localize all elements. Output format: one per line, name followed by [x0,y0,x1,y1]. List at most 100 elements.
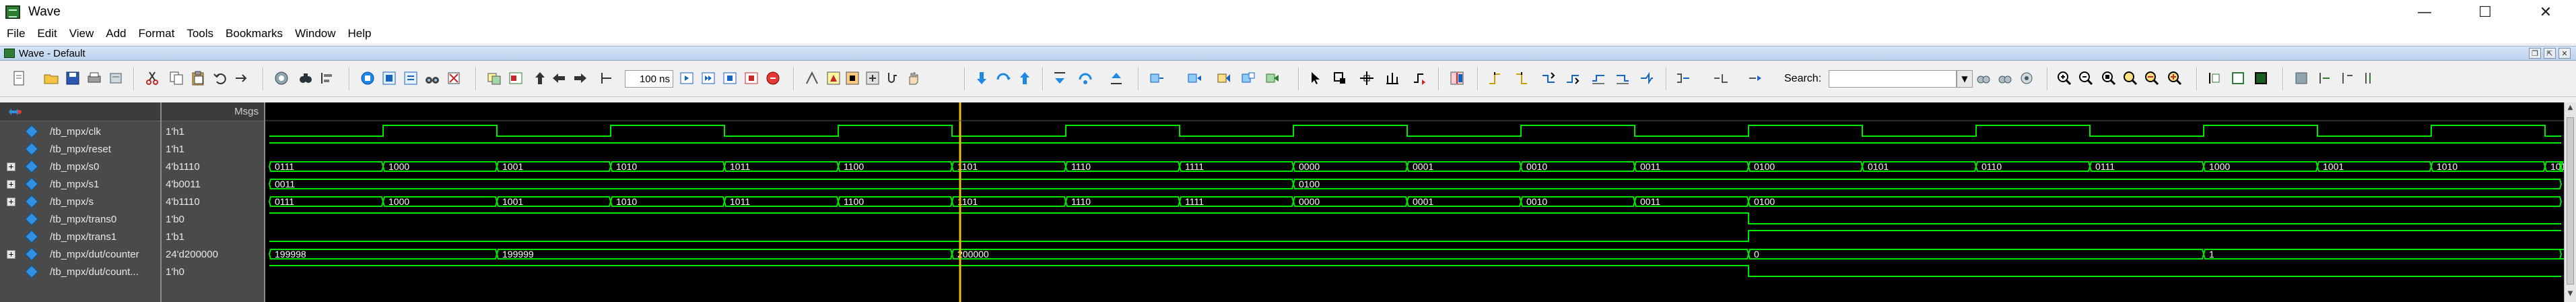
find-prev-edge-icon[interactable] [1487,70,1503,86]
simulate-icon[interactable] [273,70,290,86]
expand-wave-icon[interactable] [1149,70,1165,86]
find-rising-edge-icon[interactable] [1565,70,1581,86]
search-backward-icon[interactable] [1975,70,1992,86]
dataflow-icon[interactable] [2293,70,2309,86]
find-next-edge-icon[interactable] [1514,70,1530,86]
wave-edit-icon[interactable] [1240,70,1256,86]
expand-plus-icon[interactable]: + [7,197,15,206]
new-file-icon[interactable] [11,70,27,86]
zoom-out-icon[interactable] [2078,70,2094,86]
break-sim-icon[interactable] [765,70,781,86]
continue-icon[interactable] [700,70,716,86]
waveform-panel[interactable]: 0111 1000 1001 1010 1011 1100 1101 1110 1111 0000… [265,102,2576,302]
scroll-up-icon[interactable]: ▲ [2566,104,2575,113]
binoculars-icon[interactable] [424,70,440,86]
zoom-move-icon[interactable] [1359,70,1375,86]
column-both-icon[interactable] [2362,70,2378,86]
restore-button[interactable]: ❐ [2529,48,2541,59]
signal-row-s1[interactable]: + /tb_mpx/s1 [0,175,160,193]
wave-insert-icon[interactable] [1216,70,1232,86]
find-edge-icon[interactable] [1639,70,1655,86]
column-left-icon[interactable] [2316,70,2332,86]
signal-row-s0[interactable]: + /tb_mpx/s0 [0,158,160,175]
signal-row-trans0[interactable]: /tb_mpx/trans0 [0,210,160,228]
run-all-icon[interactable] [722,70,738,86]
stretch-edge-icon[interactable] [1411,70,1427,86]
close-button[interactable]: ✕ [2515,0,2576,24]
wave-export-icon[interactable] [1264,70,1281,86]
zoom-mode-icon[interactable] [486,70,502,86]
search-forward-icon[interactable] [1997,70,2013,86]
menu-help[interactable]: Help [344,27,380,40]
step-into-icon[interactable] [825,70,842,86]
subwindow-close-button[interactable]: ✕ [2558,48,2571,59]
waveform-canvas[interactable]: 0111 1000 1001 1010 1011 1100 1101 1110 1111 0000… [265,102,2576,302]
hand-icon[interactable] [905,70,921,86]
paste-icon[interactable] [190,70,206,86]
zoom-box-icon[interactable] [1332,70,1348,86]
stop-icon[interactable] [743,70,759,86]
layout-icon[interactable] [508,70,524,86]
signal-row-reset[interactable]: /tb_mpx/reset [0,140,160,158]
collapse-wave-icon[interactable] [1186,70,1202,86]
wave-settings-icon[interactable] [8,106,23,118]
save-icon[interactable] [65,70,81,86]
break-icon[interactable] [446,70,462,86]
menu-bookmarks[interactable]: Bookmarks [222,27,291,40]
find-icon[interactable] [298,70,314,86]
align-icon[interactable] [319,70,335,86]
minimize-button[interactable]: — [2394,0,2455,24]
step-over-icon[interactable] [844,70,860,86]
find-falling-edge-icon[interactable] [1540,70,1557,86]
expand-plus-icon[interactable]: + [7,249,15,259]
run-length-input[interactable] [625,70,673,88]
scroll-down-icon[interactable]: ▼ [2566,290,2575,299]
edit-mode-icon[interactable] [1384,70,1400,86]
menu-format[interactable]: Format [135,27,183,40]
restart-icon[interactable] [885,70,901,86]
run-icon[interactable] [679,70,695,86]
undo-icon[interactable] [213,70,229,86]
zoom-full-icon[interactable] [2101,70,2117,86]
select-mode-icon[interactable] [1308,70,1324,86]
bookmark-icon[interactable] [108,70,124,86]
signal-row-count-flag[interactable]: /tb_mpx/dut/count... [0,263,160,280]
step-over-down-icon[interactable] [1077,70,1093,86]
run-length-icon[interactable] [598,70,614,86]
zoom-in-icon[interactable] [2056,70,2072,86]
expand-plus-icon[interactable]: + [7,162,15,171]
signal-row-trans1[interactable]: /tb_mpx/trans1 [0,228,160,245]
step-down-icon[interactable] [1052,70,1068,86]
signal-row-clk[interactable]: /tb_mpx/clk [0,123,160,140]
search-options-icon[interactable] [2019,70,2035,86]
cursor-down-icon[interactable] [974,70,990,86]
right-arrow-icon[interactable] [572,70,588,86]
split-left-icon[interactable] [1675,70,1691,86]
menu-tools[interactable]: Tools [182,27,222,40]
search-dropdown-icon[interactable]: ▼ [1957,70,1973,88]
insert-cursor-icon[interactable] [1449,70,1465,86]
find-prev-transition-icon[interactable] [1590,70,1606,86]
up-arrow-icon[interactable] [532,70,548,86]
print-icon[interactable] [86,70,102,86]
wave-format-icon[interactable] [2207,70,2223,86]
column-right-icon[interactable] [2339,70,2355,86]
search-input[interactable] [1829,70,1957,88]
step-up-icon[interactable] [1108,70,1124,86]
vertical-scrollbar[interactable]: ▲ ▼ [2564,102,2576,302]
maximize-button[interactable]: ☐ [2455,0,2515,24]
zoom-last-icon[interactable] [2144,70,2160,86]
find-next-transition-icon[interactable] [1615,70,1631,86]
compile-selected-icon[interactable] [403,70,419,86]
scroll-thumb[interactable] [2567,117,2574,284]
split-right-icon[interactable] [1713,70,1729,86]
menu-view[interactable]: View [65,27,102,40]
zoom-cursor-icon[interactable] [2122,70,2138,86]
wave-layout-icon[interactable] [2230,70,2246,86]
wave-fill-icon[interactable] [2253,70,2269,86]
compile-all-icon[interactable] [381,70,397,86]
menu-add[interactable]: Add [102,27,134,40]
menu-edit[interactable]: Edit [33,27,65,40]
split-both-icon[interactable] [1748,70,1764,86]
signal-row-s[interactable]: + /tb_mpx/s [0,193,160,210]
